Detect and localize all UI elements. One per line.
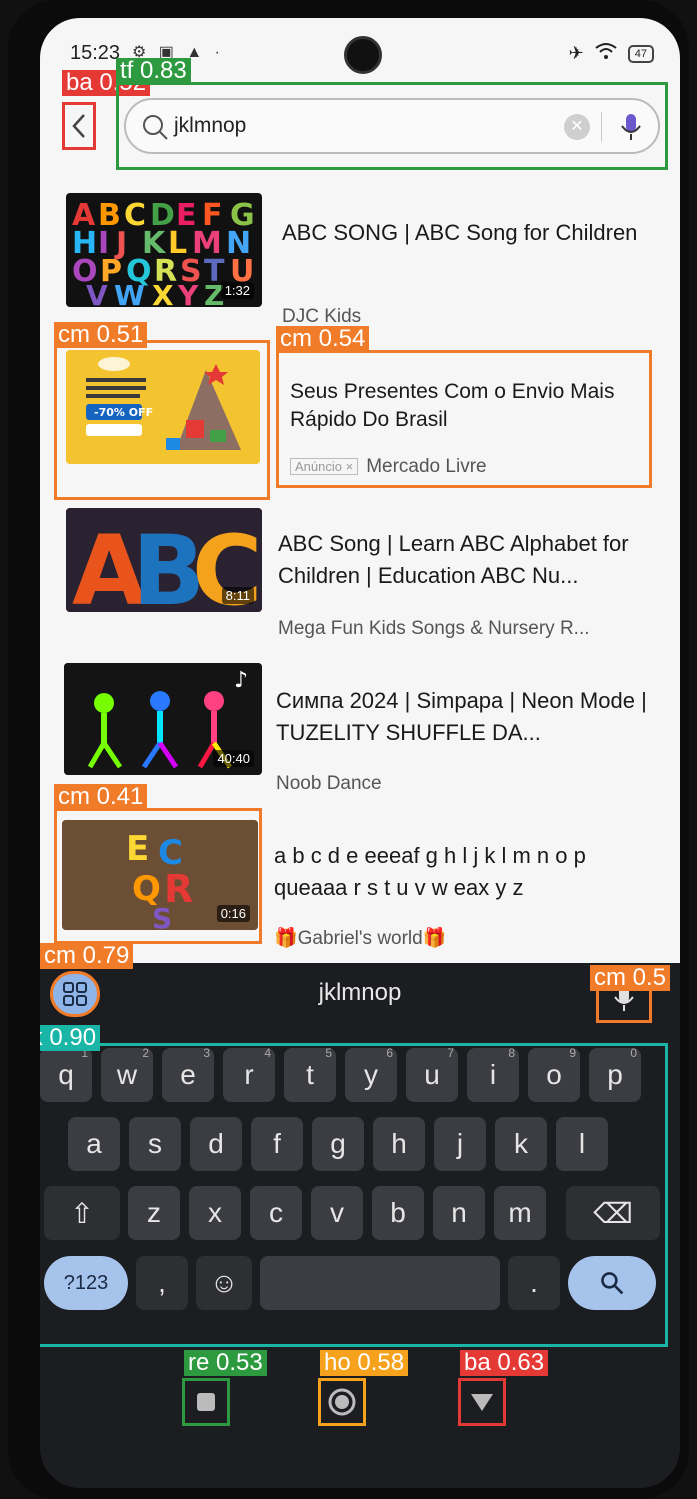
detection-box-cm1 bbox=[54, 340, 270, 500]
video-duration: 8:11 bbox=[221, 587, 254, 604]
list-item[interactable]: A B C D E F G H I J K L M N O P Q R S T … bbox=[40, 193, 680, 327]
video-thumbnail: ♪ 40:40 bbox=[64, 663, 262, 775]
video-title: a b c d e eeeaf g h l j k l m n o p quea… bbox=[274, 843, 586, 900]
svg-text:Y: Y bbox=[177, 279, 199, 307]
video-duration: 1:32 bbox=[220, 282, 254, 299]
detection-label-cm4: cm 0.79 bbox=[40, 943, 134, 969]
channel-name: 🎁Gabriel's world🎁 bbox=[274, 928, 447, 949]
front-camera bbox=[344, 36, 382, 74]
svg-text:♪: ♪ bbox=[234, 668, 248, 693]
battery-icon: 47 bbox=[627, 44, 654, 63]
svg-text:W: W bbox=[114, 279, 145, 307]
triangle-back-icon bbox=[471, 1394, 493, 1411]
back-button[interactable] bbox=[62, 102, 96, 150]
back-nav-button[interactable] bbox=[458, 1378, 506, 1426]
video-title: Симпа 2024 | Simpapa | Neon Mode | TUZEL… bbox=[276, 688, 647, 745]
detection-label-cm1: cm 0.51 bbox=[54, 322, 148, 348]
detection-box-keyboard bbox=[40, 1043, 668, 1347]
video-title: ABC SONG | ABC Song for Children bbox=[282, 220, 638, 245]
chevron-left-icon bbox=[72, 114, 85, 138]
detection-label-textfield: tf 0.83 bbox=[116, 58, 191, 84]
status-time: 15:23 bbox=[70, 42, 121, 64]
list-item[interactable]: ♪ 40:40 Симпа 2024 | Simpapa | Neon Mode… bbox=[40, 663, 680, 803]
wifi-icon bbox=[594, 42, 618, 65]
home-button[interactable] bbox=[318, 1378, 366, 1426]
suggestion-word[interactable]: jklmnop bbox=[40, 979, 680, 1007]
detection-box-cm3 bbox=[54, 808, 262, 944]
detection-label-cm2: cm 0.54 bbox=[276, 326, 370, 352]
detection-label-home: ho 0.58 bbox=[320, 1350, 409, 1376]
navigation-bar: re 0.53 ho 0.58 ba 0.63 bbox=[40, 1348, 680, 1448]
recent-apps-button[interactable] bbox=[182, 1378, 230, 1426]
square-icon bbox=[197, 1393, 215, 1411]
home-circle-icon bbox=[328, 1388, 356, 1416]
video-title: ABC Song | Learn ABC Alphabet for Childr… bbox=[278, 531, 629, 588]
status-right-icons: ✈ 47 bbox=[569, 42, 654, 65]
svg-text:X: X bbox=[152, 279, 174, 307]
detection-label-recent: re 0.53 bbox=[184, 1350, 267, 1376]
airplane-icon: ✈ bbox=[568, 43, 584, 63]
phone-frame: 15:23 ⚙ ▣ ▲ · ✈ 47 ba 0.52 jklmnop ✕ tf … bbox=[8, 0, 689, 1499]
detection-box-textfield bbox=[116, 82, 668, 170]
detection-label-cm3: cm 0.41 bbox=[54, 784, 148, 810]
detection-box-cm2 bbox=[276, 350, 652, 488]
detection-label-keyboard: tk 0.90 bbox=[40, 1025, 101, 1051]
channel-name: Mega Fun Kids Songs & Nursery R... bbox=[278, 618, 590, 639]
video-thumbnail: A B C 8:11 bbox=[66, 508, 262, 612]
channel-name: Noob Dance bbox=[276, 773, 382, 794]
video-thumbnail: A B C D E F G H I J K L M N O P Q R S T … bbox=[66, 193, 262, 307]
svg-text:V: V bbox=[86, 279, 108, 307]
detection-label-cm5: cm 0.5 bbox=[590, 965, 671, 991]
suggestion-bar: jklmnop bbox=[40, 963, 680, 1023]
video-duration: 40:40 bbox=[213, 750, 254, 767]
screen: 15:23 ⚙ ▣ ▲ · ✈ 47 ba 0.52 jklmnop ✕ tf … bbox=[40, 18, 680, 1488]
youtube-search-results: 15:23 ⚙ ▣ ▲ · ✈ 47 ba 0.52 jklmnop ✕ tf … bbox=[40, 18, 680, 963]
list-item[interactable]: A B C 8:11 ABC Song | Learn ABC Alphabet… bbox=[40, 508, 680, 648]
detection-label-back-nav: ba 0.63 bbox=[460, 1350, 549, 1376]
